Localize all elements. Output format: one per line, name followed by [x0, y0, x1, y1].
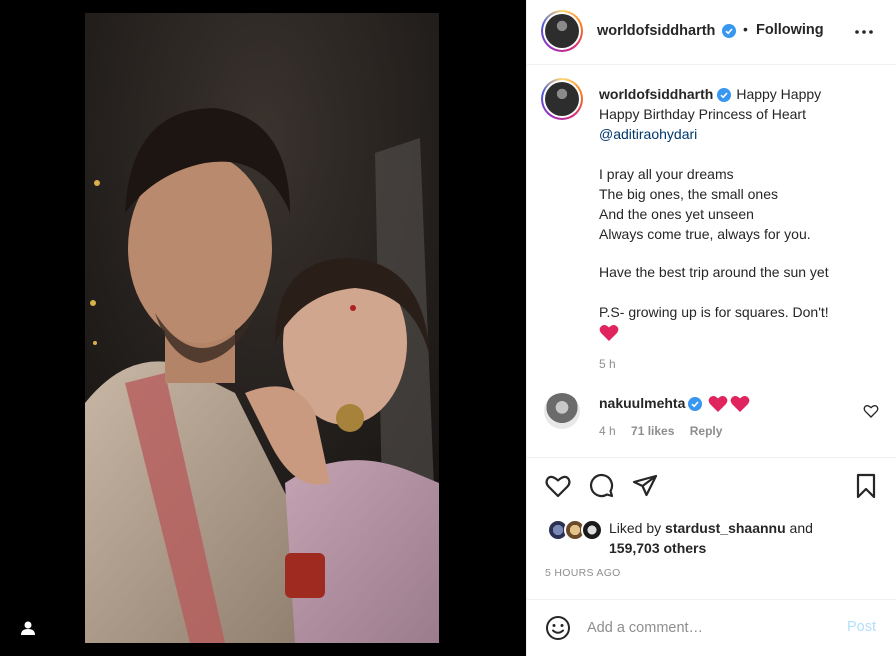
comment-time[interactable]: 4 h	[599, 424, 616, 438]
comment-likes[interactable]: 71 likes	[631, 424, 674, 438]
liked-by-prefix: Liked by	[609, 520, 662, 536]
red-heart-emoji-icon	[730, 396, 750, 413]
share-icon[interactable]	[631, 472, 659, 500]
comment-like-heart-icon[interactable]	[863, 403, 879, 419]
caption-line: Happy Happy	[736, 86, 822, 102]
author-avatar[interactable]	[541, 10, 583, 52]
post-header: worldofsiddharth • Following	[527, 0, 896, 65]
caption-mention[interactable]: @aditiraohydari	[599, 124, 884, 144]
liker-username[interactable]: stardust_shaannu	[665, 520, 786, 536]
post-media[interactable]	[0, 0, 526, 656]
caption-line: Have the best trip around the sun yet	[599, 264, 829, 280]
bookmark-icon[interactable]	[852, 472, 880, 500]
photo-illustration	[85, 13, 439, 643]
liker-avatar	[581, 519, 603, 541]
caption-line: Happy Birthday Princess of Heart	[599, 106, 806, 122]
caption-line: P.S- growing up is for squares. Don't!	[599, 304, 829, 320]
post-actions: Liked by stardust_shaannu and 159,703 ot…	[527, 457, 896, 599]
likes-count[interactable]: 159,703 others	[609, 540, 706, 556]
add-comment-bar: Post	[527, 599, 896, 656]
caption-username[interactable]: worldofsiddharth	[599, 86, 713, 102]
comment-input[interactable]	[587, 617, 827, 639]
comment-text: nakuulmehta	[599, 393, 750, 413]
likers-avatars[interactable]	[547, 516, 607, 542]
post-caption: worldofsiddharth Happy Happy Happy Birthd…	[599, 84, 884, 374]
reply-button[interactable]: Reply	[690, 424, 723, 438]
user-tag-icon[interactable]	[18, 618, 38, 638]
post-panel: worldofsiddharth • Following worldofsidd…	[526, 0, 896, 656]
caption-line: And the ones yet unseen	[599, 206, 754, 222]
caption-line: Always come true, always for you.	[599, 226, 811, 242]
verified-icon	[688, 397, 703, 412]
heart-icon[interactable]	[544, 472, 572, 500]
author-username[interactable]: worldofsiddharth	[597, 23, 715, 39]
verified-icon	[722, 24, 736, 38]
comments-section[interactable]: worldofsiddharth Happy Happy Happy Birthd…	[527, 66, 896, 456]
liked-by-text: Liked by stardust_shaannu and 159,703 ot…	[609, 518, 879, 558]
smile-icon[interactable]	[545, 615, 571, 641]
caption-author-avatar[interactable]	[541, 78, 583, 120]
caption-line: I pray all your dreams	[599, 166, 734, 182]
comment-icon[interactable]	[587, 472, 615, 500]
post-timestamp[interactable]: 5 HOURS AGO	[545, 567, 621, 579]
red-heart-emoji-icon	[599, 325, 619, 342]
red-heart-emoji-icon	[708, 396, 728, 413]
commenter-avatar[interactable]	[544, 393, 580, 429]
more-icon[interactable]	[853, 22, 875, 42]
caption-line: The big ones, the small ones	[599, 186, 778, 202]
post-comment-button[interactable]: Post	[847, 619, 876, 635]
commenter-username[interactable]: nakuulmehta	[599, 395, 685, 411]
separator-dot: •	[743, 21, 748, 37]
caption-time[interactable]: 5 h	[599, 354, 884, 374]
post-photo[interactable]	[85, 13, 439, 643]
comment-meta: 4 h 71 likes Reply	[599, 424, 734, 438]
comment-item: nakuulmehta 4 h 71 likes Reply	[527, 388, 896, 448]
liked-by-and: and	[789, 520, 813, 536]
verified-icon	[717, 88, 732, 103]
following-button[interactable]: Following	[756, 22, 824, 38]
